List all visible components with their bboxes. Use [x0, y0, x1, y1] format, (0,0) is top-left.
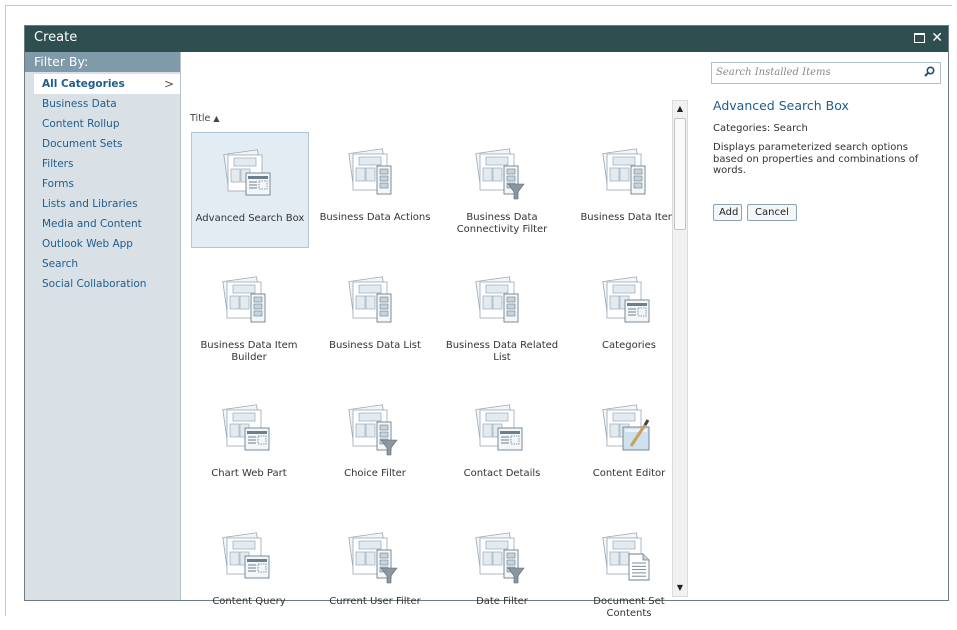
sidebar-item-all-categories[interactable]: All Categories >: [34, 74, 180, 94]
web-part-tile-label: Date Filter: [476, 596, 528, 607]
web-part-tile[interactable]: Business Data Connectivity Filter: [444, 132, 560, 246]
sidebar-item-content-rollup[interactable]: Content Rollup: [25, 114, 180, 134]
web-part-gallery: Title ▲ Advanced Search Box Business Data …: [185, 52, 690, 619]
sidebar-item-forms[interactable]: Forms: [25, 174, 180, 194]
cancel-button[interactable]: Cancel: [747, 204, 797, 221]
sidebar-item-label: Forms: [42, 178, 74, 190]
dialog-titlebar: Create ✕: [25, 26, 948, 52]
sidebar-item-label: Outlook Web App: [42, 238, 133, 250]
web-part-tile[interactable]: Content Query: [191, 516, 307, 630]
sidebar-item-label: Search: [42, 258, 79, 270]
web-part-list-icon: [345, 272, 401, 330]
close-icon[interactable]: ✕: [931, 31, 943, 45]
sidebar-item-label: Content Rollup: [42, 118, 120, 130]
sidebar-item-label: Media and Content: [42, 218, 142, 230]
web-part-list-icon: [345, 144, 401, 202]
web-part-tile-label: Business Data Related List: [445, 340, 559, 363]
sidebar-item-label: All Categories: [42, 78, 125, 90]
web-part-tile[interactable]: Current User Filter: [317, 516, 433, 630]
sidebar-item-social-collaboration[interactable]: Social Collaboration: [25, 274, 180, 294]
sidebar-item-label: Filters: [42, 158, 74, 170]
web-part-tile-label: Current User Filter: [329, 596, 421, 607]
web-part-tile-label: Content Query: [212, 596, 286, 607]
filter-sidebar: Filter By: All Categories > Business Data C…: [25, 52, 181, 600]
web-part-list-icon: [219, 272, 275, 330]
selected-item-categories: Categories: Search: [713, 123, 808, 134]
search-icon[interactable]: [924, 66, 935, 77]
maximize-icon[interactable]: [914, 33, 926, 43]
web-part-tile-label: Document Set Contents: [593, 596, 665, 619]
web-part-tile-label: Business Data List: [329, 340, 421, 351]
web-part-tile-label: Content Editor: [592, 468, 666, 479]
web-part-tile-label: Chart Web Part: [211, 468, 287, 479]
web-part-tile-label: Business Data Item Builder: [200, 340, 298, 363]
web-part-filter-icon: [472, 528, 528, 586]
web-part-tile[interactable]: Business Data Item Builder: [191, 260, 307, 374]
web-part-tile[interactable]: Business Data Related List: [444, 260, 560, 374]
sidebar-item-outlook-web-app[interactable]: Outlook Web App: [25, 234, 180, 254]
web-part-document-icon: [219, 400, 275, 458]
window-controls: ✕: [914, 31, 943, 45]
sidebar-item-label: Lists and Libraries: [42, 198, 138, 210]
web-part-tile-label: Business Data Connectivity Filter: [456, 212, 548, 235]
web-part-tile[interactable]: Content Editor: [571, 388, 687, 502]
filter-header: Filter By:: [25, 52, 180, 72]
web-part-document-icon: [220, 145, 276, 203]
sidebar-item-document-sets[interactable]: Document Sets: [25, 134, 180, 154]
add-button[interactable]: Add: [713, 204, 742, 221]
sidebar-item-label: Document Sets: [42, 138, 123, 150]
web-part-filter-icon: [345, 528, 401, 586]
web-part-filter-icon: [472, 144, 528, 202]
scroll-thumb[interactable]: [674, 118, 686, 230]
web-part-list-icon: [599, 144, 655, 202]
web-part-tile[interactable]: Business Data Actions: [317, 132, 433, 246]
web-part-tile-label: Business Data Actions: [319, 212, 431, 223]
sort-by-title[interactable]: Title ▲: [190, 113, 220, 124]
web-part-tile[interactable]: Business Data Item: [571, 132, 687, 246]
sidebar-item-label: Social Collaboration: [42, 278, 147, 290]
create-dialog: Create ✕ Filter By: All Categories > Busin…: [24, 25, 949, 619]
sidebar-item-lists-and-libraries[interactable]: Lists and Libraries: [25, 194, 180, 214]
selected-item-title: Advanced Search Box: [713, 98, 849, 113]
web-part-document-icon: [219, 528, 275, 586]
sort-ascending-icon: ▲: [213, 114, 220, 123]
web-part-tile[interactable]: Date Filter: [444, 516, 560, 630]
sort-label: Title: [190, 113, 211, 124]
sidebar-item-search[interactable]: Search: [25, 254, 180, 274]
web-part-document-icon: [472, 400, 528, 458]
scroll-up-arrow-icon[interactable]: ▲: [674, 103, 686, 115]
web-part-tile[interactable]: Document Set Contents: [571, 516, 687, 630]
web-part-tile[interactable]: Categories: [571, 260, 687, 374]
scroll-down-arrow-icon[interactable]: ▼: [674, 582, 686, 594]
web-part-tile[interactable]: Chart Web Part: [191, 388, 307, 502]
search-input[interactable]: [716, 65, 911, 80]
web-part-tile[interactable]: Choice Filter: [317, 388, 433, 502]
web-part-page-icon: [599, 528, 655, 586]
web-part-tile[interactable]: Advanced Search Box: [191, 132, 309, 248]
web-part-tile[interactable]: Contact Details: [444, 388, 560, 502]
search-box[interactable]: [711, 62, 941, 84]
web-part-list-icon: [472, 272, 528, 330]
web-part-tile[interactable]: Business Data List: [317, 260, 433, 374]
web-part-tile-label: Business Data Item: [580, 212, 678, 223]
sidebar-item-business-data[interactable]: Business Data: [25, 94, 180, 114]
dialog-title: Create: [34, 30, 78, 45]
sidebar-item-label: Business Data: [42, 98, 117, 110]
web-part-tile-label: Categories: [602, 340, 656, 351]
gallery-scrollbar[interactable]: ▲ ▼: [672, 100, 688, 597]
web-part-editor-icon: [599, 400, 655, 458]
web-part-tile-label: Contact Details: [463, 468, 541, 479]
web-part-filter-icon: [345, 400, 401, 458]
selected-item-description: Displays parameterized search options ba…: [713, 142, 919, 176]
chevron-right-icon: >: [163, 77, 174, 91]
sidebar-item-filters[interactable]: Filters: [25, 154, 180, 174]
web-part-tile-label: Advanced Search Box: [195, 213, 305, 224]
web-part-document-icon: [599, 272, 655, 330]
sidebar-item-media-and-content[interactable]: Media and Content: [25, 214, 180, 234]
web-part-tile-label: Choice Filter: [344, 468, 406, 479]
category-list: All Categories > Business Data Content Roll…: [25, 74, 180, 294]
